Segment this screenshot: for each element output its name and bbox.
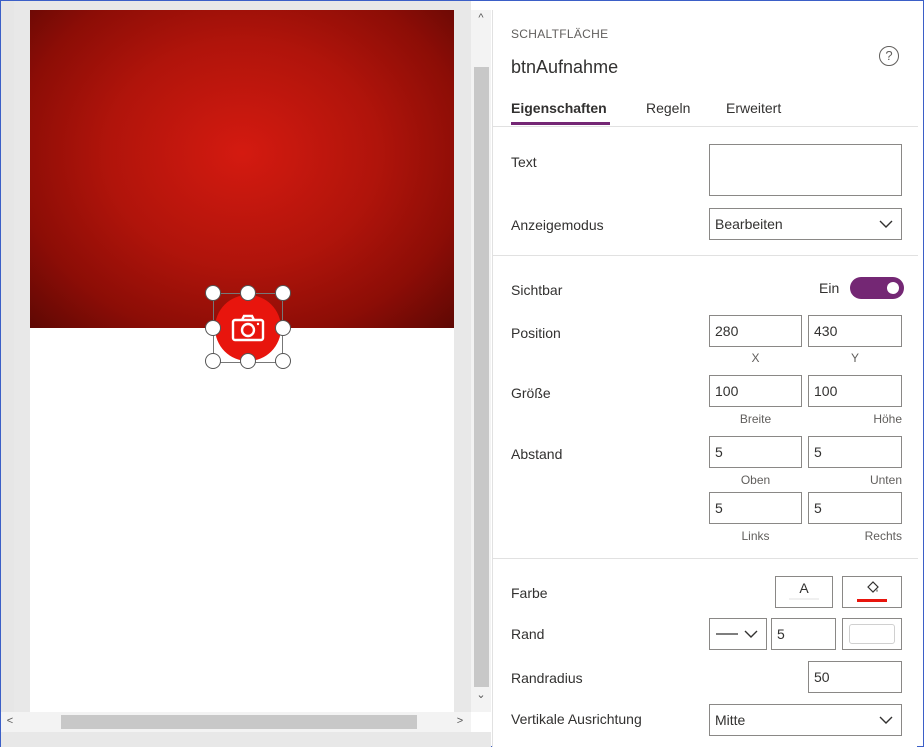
chevron-down-icon — [879, 705, 893, 746]
border-width-input[interactable]: 5 — [771, 618, 836, 650]
text-label: Text — [511, 154, 537, 170]
section-divider — [493, 255, 918, 256]
scroll-right-arrow[interactable]: > — [453, 715, 467, 727]
resize-handle-top-right[interactable] — [275, 285, 291, 301]
text-input[interactable] — [709, 144, 902, 196]
fill-color-swatch — [857, 599, 887, 602]
display-mode-dropdown[interactable]: Bearbeiten — [709, 208, 902, 240]
control-type-label: SCHALTFLÄCHE — [511, 27, 609, 41]
horizontal-scrollbar[interactable]: < > — [1, 712, 471, 732]
color-label: Farbe — [511, 585, 548, 601]
border-label: Rand — [511, 626, 545, 642]
camera-icon — [231, 314, 265, 342]
paint-bucket-icon — [867, 581, 879, 593]
active-tab-indicator — [511, 122, 610, 125]
scroll-up-arrow[interactable]: ^ — [474, 12, 488, 24]
red-header-image[interactable] — [30, 10, 454, 328]
padding-label: Abstand — [511, 446, 563, 462]
height-caption: Höhe — [873, 412, 902, 426]
scroll-left-arrow[interactable]: < — [3, 715, 17, 727]
visible-value: Ein — [819, 280, 840, 296]
resize-handle-bottom[interactable] — [240, 353, 256, 369]
border-radius-label: Randradius — [511, 670, 583, 686]
tabs-divider — [493, 126, 918, 127]
resize-handle-bottom-left[interactable] — [205, 353, 221, 369]
size-label: Größe — [511, 385, 551, 401]
control-name[interactable]: btnAufnahme — [511, 57, 618, 78]
scroll-down-arrow[interactable]: ⌄ — [474, 688, 488, 701]
position-label: Position — [511, 325, 561, 341]
section-divider — [493, 558, 918, 559]
visible-label: Sichtbar — [511, 282, 563, 298]
x-caption: X — [751, 351, 760, 365]
position-y-input[interactable]: 430 — [808, 315, 902, 347]
padding-top-input[interactable]: 5 — [709, 436, 802, 468]
chevron-down-icon — [879, 209, 893, 250]
toggle-knob — [887, 282, 899, 294]
horizontal-scroll-thumb[interactable] — [61, 715, 417, 729]
canvas-footer — [1, 732, 491, 747]
display-mode-label: Anzeigemodus — [511, 217, 604, 233]
properties-panel: SCHALTFLÄCHE btnAufnahme ? Eigenschaften… — [492, 10, 918, 747]
vertical-align-label: Vertikale Ausrichtung — [511, 711, 642, 727]
top-caption: Oben — [740, 473, 771, 487]
border-style-dropdown[interactable] — [709, 618, 767, 650]
text-color-button[interactable]: A — [775, 576, 833, 608]
canvas-margin — [1, 1, 14, 713]
left-caption: Links — [741, 529, 770, 543]
text-color-glyph: A — [799, 580, 809, 596]
display-mode-value: Bearbeiten — [715, 216, 783, 232]
vertical-scrollbar[interactable]: ^ ⌄ — [471, 10, 491, 712]
resize-handle-bottom-right[interactable] — [275, 353, 291, 369]
border-radius-input[interactable]: 50 — [808, 661, 902, 693]
tab-rules[interactable]: Regeln — [646, 100, 690, 116]
canvas-area — [1, 1, 471, 747]
width-caption: Breite — [739, 412, 772, 426]
border-color-button[interactable] — [842, 618, 902, 650]
vertical-align-value: Mitte — [715, 712, 746, 728]
resize-handle-top[interactable] — [240, 285, 256, 301]
vertical-align-dropdown[interactable]: Mitte — [709, 704, 902, 736]
padding-left-input[interactable]: 5 — [709, 492, 802, 524]
capture-button[interactable] — [215, 295, 281, 361]
height-input[interactable]: 100 — [808, 375, 902, 407]
resize-handle-left[interactable] — [205, 320, 221, 336]
padding-bottom-input[interactable]: 5 — [808, 436, 902, 468]
vertical-scroll-thumb[interactable] — [474, 67, 489, 687]
tab-advanced[interactable]: Erweitert — [726, 100, 781, 116]
border-color-swatch — [849, 624, 895, 644]
tab-properties[interactable]: Eigenschaften — [511, 100, 607, 116]
resize-handle-right[interactable] — [275, 320, 291, 336]
fill-color-button[interactable] — [842, 576, 902, 608]
border-line-icon — [716, 630, 758, 638]
visible-toggle[interactable] — [850, 277, 904, 299]
resize-handle-top-left[interactable] — [205, 285, 221, 301]
right-caption: Rechts — [864, 529, 902, 543]
padding-right-input[interactable]: 5 — [808, 492, 902, 524]
text-color-swatch — [789, 598, 819, 600]
help-icon[interactable]: ? — [879, 46, 899, 66]
y-caption: Y — [850, 351, 859, 365]
bottom-caption: Unten — [869, 473, 902, 487]
width-input[interactable]: 100 — [709, 375, 802, 407]
position-x-input[interactable]: 280 — [709, 315, 802, 347]
